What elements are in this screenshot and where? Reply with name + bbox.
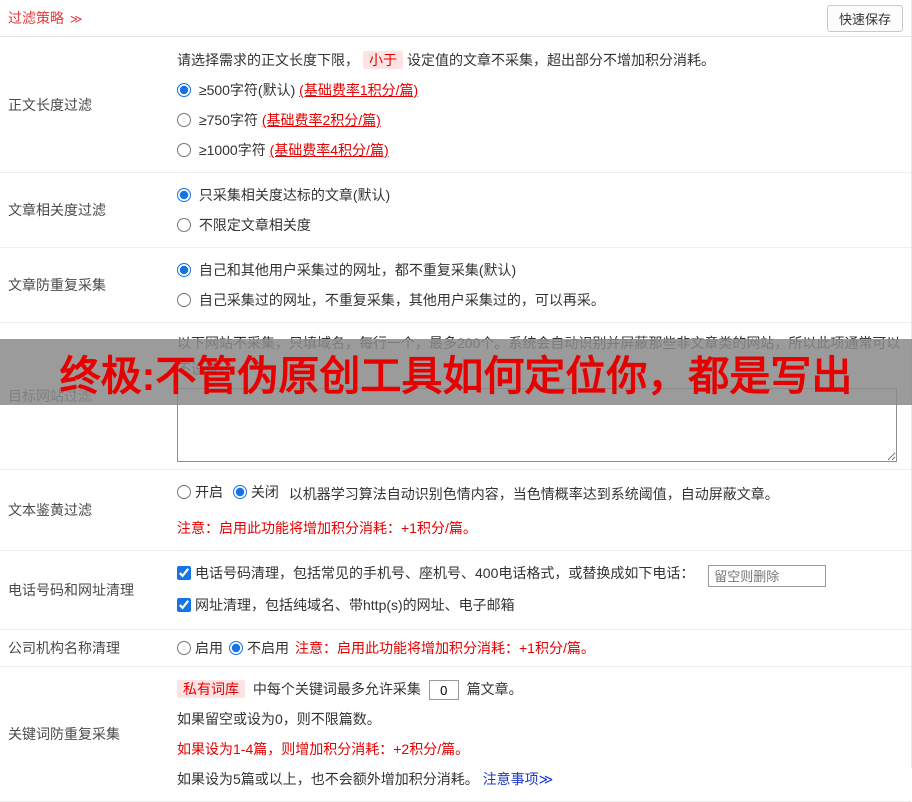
keyword-note-five-text: 如果设为5篇或以上，也不会额外增加积分消耗。 (177, 771, 479, 787)
keyword-note-five-line: 如果设为5篇或以上，也不会额外增加积分消耗。 注意事项≫ (177, 764, 903, 794)
radio-option-porn-on[interactable]: 开启 (177, 477, 223, 507)
radio-option-relevance-default[interactable]: 只采集相关度达标的文章(默认) (177, 180, 903, 210)
page-title-text: 过滤策略 (8, 10, 64, 26)
radio-dedupe-self-only-input[interactable] (177, 293, 191, 307)
radio-750-chars-label: ≥750字符 (198, 112, 258, 128)
radio-company-disable-label: 不启用 (247, 640, 289, 656)
radio-500-chars-rate-note: (基础费率1积分/篇) (299, 82, 419, 98)
checkbox-url-cleanup-label: 网址清理，包括纯域名、带http(s)的网址、电子邮箱 (195, 597, 515, 613)
row-porn-filter: 文本鉴黄过滤 开启 关闭 以机器学习算法自动识别色情内容，当色情概率达到系统阈值… (0, 470, 911, 551)
radio-option-dedupe-all-users[interactable]: 自己和其他用户采集过的网址，都不重复采集(默认) (177, 255, 903, 285)
porn-filter-options-line: 开启 关闭 以机器学习算法自动识别色情内容，当色情概率达到系统阈值，自动屏蔽文章… (177, 477, 903, 509)
row-relevance-filter: 文章相关度过滤 只采集相关度达标的文章(默认) 不限定文章相关度 (0, 173, 911, 248)
radio-1000-chars-input[interactable] (177, 143, 191, 157)
radio-relevance-default-label: 只采集相关度达标的文章(默认) (198, 187, 391, 203)
radio-porn-off-label: 关闭 (250, 484, 279, 500)
url-cleanup-line: 网址清理，包括纯域名、带http(s)的网址、电子邮箱 (177, 590, 903, 622)
radio-porn-off-input[interactable] (232, 485, 247, 499)
row-phone-url-cleanup: 电话号码和网址清理 电话号码清理，包括常见的手机号、座机号、400电话格式，或替… (0, 551, 911, 630)
row-label-dedupe: 文章防重复采集 (8, 277, 106, 293)
porn-filter-description: 以机器学习算法自动识别色情内容，当色情概率达到系统阈值，自动屏蔽文章。 (288, 486, 779, 502)
checkbox-phone-cleanup-label: 电话号码清理，包括常见的手机号、座机号、400电话格式，或替换成如下电话： (195, 565, 695, 581)
keyword-note-zero: 如果留空或设为0，则不限篇数。 (177, 711, 381, 727)
porn-filter-cost-note: 注意：启用此功能将增加积分消耗：+1积分/篇。 (177, 520, 477, 536)
checkbox-option-url-cleanup[interactable]: 网址清理，包括纯域名、带http(s)的网址、电子邮箱 (177, 590, 515, 620)
radio-dedupe-all-users-input[interactable] (177, 263, 191, 277)
radio-porn-on-label: 开启 (195, 484, 223, 500)
radio-porn-on-input[interactable] (177, 485, 191, 499)
radio-company-disable-input[interactable] (229, 641, 243, 655)
radio-1000-chars-label: ≥1000字符 (198, 142, 266, 158)
radio-company-enable-input[interactable] (177, 641, 191, 655)
row-label-keyword: 关键词防重复采集 (8, 726, 120, 742)
row-body-length-filter: 正文长度过滤 请选择需求的正文长度下限， 小于 设定值的文章不采集，超出部分不增加积… (0, 37, 911, 173)
radio-500-chars-input[interactable] (177, 83, 191, 97)
row-company-name-cleanup: 公司机构名称清理 启用 不启用 注意：启用此功能将增加积分消耗：+1积分/篇。 (0, 630, 911, 667)
notice-link[interactable]: 注意事项≫ (483, 771, 554, 787)
radio-option-company-enable[interactable]: 启用 (177, 638, 223, 658)
length-intro-text-1: 请选择需求的正文长度下限， (177, 52, 359, 68)
radio-option-1000-chars[interactable]: ≥1000字符 (基础费率4积分/篇) (177, 135, 903, 165)
keyword-limit-text-end: 篇文章。 (466, 681, 523, 697)
radio-option-company-disable[interactable]: 不启用 (229, 638, 289, 658)
radio-dedupe-self-only-label: 自己采集过的网址，不重复采集，其他用户采集过的，可以再采。 (198, 292, 605, 308)
checkbox-phone-cleanup-input[interactable] (177, 566, 191, 580)
row-content-porn-filter: 开启 关闭 以机器学习算法自动识别色情内容，当色情概率达到系统阈值，自动屏蔽文章… (177, 470, 911, 550)
radio-option-750-chars[interactable]: ≥750字符 (基础费率2积分/篇) (177, 105, 903, 135)
radio-750-chars-input[interactable] (177, 113, 191, 127)
row-content-phone-url: 电话号码清理，包括常见的手机号、座机号、400电话格式，或替换成如下电话： 网址… (177, 551, 911, 629)
checkbox-url-cleanup-input[interactable] (177, 598, 191, 612)
row-target-site-filter: 目标网站过滤 以下网站不采集，只填域名，每行一个，最多200个。系统会自动识别并… (0, 323, 911, 470)
radio-relevance-any-label: 不限定文章相关度 (198, 217, 311, 233)
row-keyword-dedupe: 关键词防重复采集 私有词库 中每个关键词最多允许采集 篇文章。 如果留空或设为0… (0, 667, 911, 802)
row-label-company: 公司机构名称清理 (8, 640, 120, 656)
row-content-target-site: 以下网站不采集，只填域名，每行一个，最多200个。系统会自动识别并屏蔽那些非文章… (177, 323, 911, 469)
radio-company-enable-label: 启用 (195, 640, 223, 656)
header-bar: 过滤策略 ≫ 快速保存 (0, 0, 911, 37)
page-title[interactable]: 过滤策略 ≫ (8, 8, 82, 28)
replacement-phone-input[interactable] (708, 565, 827, 588)
less-than-highlight: 小于 (363, 51, 403, 69)
company-cost-note: 注意：启用此功能将增加积分消耗：+1积分/篇。 (295, 640, 595, 656)
radio-750-chars-rate-note: (基础费率2积分/篇) (261, 112, 381, 128)
blocked-domains-textarea[interactable] (177, 388, 897, 462)
radio-relevance-any-input[interactable] (177, 218, 191, 232)
row-content-keyword: 私有词库 中每个关键词最多允许采集 篇文章。 如果留空或设为0，则不限篇数。 如… (177, 667, 911, 801)
radio-relevance-default-input[interactable] (177, 188, 191, 202)
radio-option-relevance-any[interactable]: 不限定文章相关度 (177, 210, 903, 240)
filter-strategy-page: 过滤策略 ≫ 快速保存 正文长度过滤 请选择需求的正文长度下限， 小于 设定值的文章… (0, 0, 912, 802)
target-site-intro: 以下网站不采集，只填域名，每行一个，最多200个。系统会自动识别并屏蔽那些非文章… (177, 335, 901, 377)
private-lexicon-highlight: 私有词库 (177, 680, 245, 698)
phone-cleanup-line: 电话号码清理，包括常见的手机号、座机号、400电话格式，或替换成如下电话： (177, 558, 903, 590)
chevron-down-icon: ≫ (69, 12, 83, 26)
row-content-dedupe: 自己和其他用户采集过的网址，都不重复采集(默认) 自己采集过的网址，不重复采集，… (177, 248, 911, 322)
row-label-body-length: 正文长度过滤 (8, 96, 92, 113)
row-label-relevance: 文章相关度过滤 (8, 202, 106, 218)
length-intro-line: 请选择需求的正文长度下限， 小于 设定值的文章不采集，超出部分不增加积分消耗。 (177, 47, 903, 73)
radio-dedupe-all-users-label: 自己和其他用户采集过的网址，都不重复采集(默认) (198, 262, 517, 278)
row-label-phone-url: 电话号码和网址清理 (8, 582, 134, 598)
row-label-porn-filter: 文本鉴黄过滤 (8, 502, 92, 518)
keyword-limit-count-input[interactable] (428, 680, 459, 701)
row-label-target-site: 目标网站过滤 (8, 388, 92, 404)
length-intro-text-2: 设定值的文章不采集，超出部分不增加积分消耗。 (407, 52, 715, 68)
row-content-company: 启用 不启用 注意：启用此功能将增加积分消耗：+1积分/篇。 (177, 630, 911, 666)
checkbox-option-phone-cleanup[interactable]: 电话号码清理，包括常见的手机号、座机号、400电话格式，或替换成如下电话： (177, 558, 694, 588)
radio-500-chars-label: ≥500字符(默认) (198, 82, 296, 98)
radio-option-porn-off[interactable]: 关闭 (232, 477, 279, 507)
radio-option-500-chars[interactable]: ≥500字符(默认) (基础费率1积分/篇) (177, 75, 903, 105)
keyword-limit-text: 中每个关键词最多允许采集 (252, 681, 421, 697)
keyword-note-cost: 如果设为1-4篇，则增加积分消耗：+2积分/篇。 (177, 741, 470, 757)
row-content-body-length: 请选择需求的正文长度下限， 小于 设定值的文章不采集，超出部分不增加积分消耗。 ≥5… (177, 37, 911, 172)
radio-1000-chars-rate-note: (基础费率4积分/篇) (269, 142, 389, 158)
row-dedupe-collection: 文章防重复采集 自己和其他用户采集过的网址，都不重复采集(默认) 自己采集过的网… (0, 248, 911, 323)
keyword-limit-line: 私有词库 中每个关键词最多允许采集 篇文章。 (177, 674, 903, 704)
radio-option-dedupe-self-only[interactable]: 自己采集过的网址，不重复采集，其他用户采集过的，可以再采。 (177, 285, 903, 315)
quick-save-button[interactable]: 快速保存 (826, 4, 903, 32)
row-content-relevance: 只采集相关度达标的文章(默认) 不限定文章相关度 (177, 173, 911, 247)
